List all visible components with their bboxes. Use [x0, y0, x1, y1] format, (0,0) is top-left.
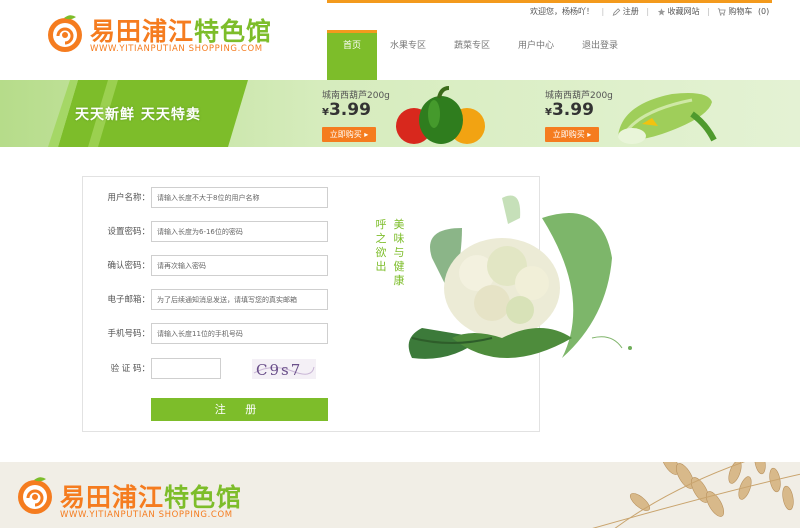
divider: |	[601, 7, 605, 16]
buy-now-label: 立即购买	[552, 130, 585, 139]
captcha-input[interactable]	[151, 358, 221, 379]
email-label: 电子邮箱：	[107, 295, 150, 305]
zucchini-image	[618, 93, 717, 144]
pepper-image	[396, 86, 485, 144]
nav-logout[interactable]: 退出登录	[575, 30, 625, 80]
buy-now-label: 立即购买	[329, 130, 362, 139]
footer-logo-title: 易田浦江特色馆	[60, 478, 242, 514]
confirm-password-label: 确认密码：	[107, 261, 150, 271]
favorite-label: 收藏网站	[667, 7, 700, 16]
favorite-link[interactable]: 收藏网站	[657, 6, 700, 17]
cart-count: (0)	[757, 7, 770, 16]
password-label: 设置密码：	[107, 227, 150, 237]
site-footer: 易田浦江特色馆 WWW.YITIANPUTIAN SHOPPING.COM	[0, 462, 800, 528]
phone-input[interactable]: 请输入长度11位的手机号码	[151, 323, 328, 344]
footer-logo-subtitle: WWW.YITIANPUTIAN SHOPPING.COM	[60, 510, 233, 520]
register-link[interactable]: 注册	[612, 6, 639, 17]
footer-logo: 易田浦江特色馆 WWW.YITIANPUTIAN SHOPPING.COM	[14, 468, 254, 520]
nav-vegetable[interactable]: 蔬菜专区	[447, 30, 497, 80]
divider: |	[646, 7, 650, 16]
banner-slogan: 天天新鲜 天天特卖	[75, 107, 201, 123]
nav-home[interactable]: 首页	[327, 30, 377, 80]
captcha-text: C9s7	[256, 361, 302, 379]
price-value: 3.99	[328, 100, 371, 120]
divider: |	[707, 7, 710, 16]
username-label: 用户名称：	[107, 193, 150, 203]
poem-column-1: 呼之欲出	[375, 218, 387, 273]
promo-banner: 天天新鲜 天天特卖 城南西葫芦200g ¥3.99 立即购买 ▸ 城南西葫芦20…	[0, 80, 800, 147]
top-accent-line	[327, 0, 772, 3]
confirm-password-input[interactable]: 请再次输入密码	[151, 255, 328, 276]
cart-link[interactable]: 购物车 (0)	[717, 6, 769, 17]
cart-icon	[718, 7, 727, 16]
top-links: 欢迎您，杨杨吖！ | 注册 | 收藏网站 | 购物车 (0)	[530, 6, 769, 17]
orange-logo-icon	[18, 477, 52, 514]
site-logo[interactable]: 易田浦江特色馆 WWW.YITIANPUTIAN SHOPPING.COM	[44, 8, 271, 58]
captcha-image[interactable]: C9s7	[252, 359, 316, 379]
star-icon	[657, 7, 665, 15]
logo-title-green: 特色馆	[194, 17, 273, 46]
wheat-image	[592, 462, 800, 528]
email-input[interactable]: 为了后续通知消息发送，请填写您的真实邮箱	[151, 289, 328, 310]
buy-now-button[interactable]: 立即购买 ▸	[545, 127, 599, 142]
register-label: 注册	[622, 7, 639, 16]
welcome-text: 欢迎您，杨杨吖！	[530, 7, 594, 16]
footer-title-green: 特色馆	[164, 483, 243, 512]
site-header: 易田浦江特色馆 WWW.YITIANPUTIAN SHOPPING.COM 欢迎…	[0, 0, 800, 80]
cart-label: 购物车	[728, 7, 753, 16]
logo-subtitle: WWW.YITIANPUTIAN SHOPPING.COM	[90, 44, 263, 54]
logo-title: 易田浦江特色馆	[90, 12, 272, 48]
nav-fruit[interactable]: 水果专区	[383, 30, 433, 80]
footer-title-orange: 易田浦江	[60, 483, 165, 512]
buy-now-button[interactable]: 立即购买 ▸	[322, 127, 376, 142]
price-value: 3.99	[551, 100, 594, 120]
captcha-label: 验 证 码：	[110, 364, 150, 374]
orange-logo-icon	[48, 15, 82, 52]
phone-label: 手机号码：	[107, 329, 150, 339]
nav-user-center[interactable]: 用户中心	[511, 30, 561, 80]
currency-symbol: ¥	[322, 107, 329, 118]
logo-title-orange: 易田浦江	[90, 17, 195, 46]
username-input[interactable]: 请输入长度不大于8位的用户名称	[151, 187, 328, 208]
captcha-row: 验 证 码： C9s7	[103, 358, 403, 380]
edit-icon	[612, 7, 621, 16]
currency-symbol: ¥	[545, 107, 552, 118]
register-button[interactable]: 注 册	[151, 398, 328, 421]
password-input[interactable]: 请输入长度为6-16位的密码	[151, 221, 328, 242]
cauliflower-illustration	[408, 195, 632, 359]
